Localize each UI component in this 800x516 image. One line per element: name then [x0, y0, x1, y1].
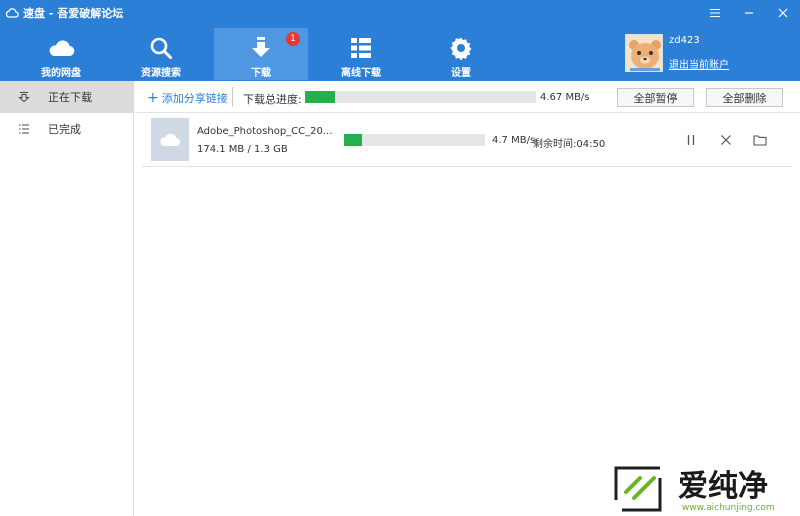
pause-task-button[interactable]	[683, 132, 699, 148]
cloud-icon	[47, 36, 75, 60]
main-nav: 我的网盘 资源搜索 下载 1 离线下载 设置 zd423 退出当前账户	[0, 26, 800, 81]
nav-offline-download[interactable]: 离线下载	[314, 28, 408, 80]
nav-resource-search[interactable]: 资源搜索	[114, 28, 208, 80]
grid-icon	[350, 36, 372, 60]
toolbar-divider	[232, 87, 233, 107]
task-remaining-time: 剩余时间:04:50	[533, 139, 606, 150]
download-toolbar: + 添加分享链接 下载总进度: 4.67 MB/s 全部暂停 全部删除	[135, 81, 800, 113]
folder-icon	[753, 135, 767, 146]
watermark-url: www.aichunjing.com	[682, 503, 775, 513]
nav-download[interactable]: 下载 1	[214, 28, 308, 80]
file-size: 174.1 MB / 1.3 GB	[197, 144, 288, 155]
minimize-button[interactable]	[732, 0, 766, 26]
delete-all-button[interactable]: 全部删除	[706, 88, 783, 107]
avatar[interactable]	[625, 34, 663, 72]
user-info: zd423 退出当前账户	[669, 34, 729, 76]
total-progress-label: 下载总进度:	[243, 93, 302, 106]
download-icon	[251, 36, 271, 60]
table-row: Adobe_Photoshop_CC_20... 174.1 MB / 1.3 …	[142, 115, 792, 167]
watermark-logo: 爱纯净 www.aichunjing.com	[612, 462, 796, 514]
pause-icon	[687, 135, 695, 145]
total-progress-bar	[305, 91, 536, 103]
list-icon	[18, 123, 30, 135]
pause-all-button[interactable]: 全部暂停	[617, 88, 694, 107]
window-title: 速盘 - 吾爱破解论坛	[23, 7, 124, 20]
nav-settings[interactable]: 设置	[414, 28, 508, 80]
watermark-brand: 爱纯净	[678, 469, 768, 504]
menu-icon	[710, 8, 720, 18]
sidebar-item-downloading[interactable]: 正在下载	[0, 81, 133, 113]
logout-link[interactable]: 退出当前账户	[669, 56, 729, 71]
cancel-task-button[interactable]	[718, 132, 734, 148]
task-speed: 4.7 MB/s	[492, 135, 536, 146]
close-window-button[interactable]	[766, 0, 800, 26]
user-panel: zd423 退出当前账户	[625, 34, 729, 76]
sidebar: 正在下载 已完成	[0, 81, 134, 516]
minimize-icon	[745, 12, 753, 14]
title-bar: 速盘 - 吾爱破解论坛	[0, 0, 800, 26]
open-folder-button[interactable]	[752, 132, 768, 148]
gear-icon	[449, 36, 473, 60]
sidebar-item-label: 正在下载	[48, 91, 92, 104]
file-cloud-icon	[151, 118, 189, 161]
nav-my-disk[interactable]: 我的网盘	[14, 28, 108, 80]
plus-icon: +	[147, 89, 159, 106]
user-name: zd423	[669, 35, 700, 46]
close-icon	[778, 8, 788, 18]
sidebar-item-completed[interactable]: 已完成	[0, 113, 133, 145]
sidebar-item-label: 已完成	[48, 123, 81, 136]
close-icon	[721, 135, 731, 145]
total-speed: 4.67 MB/s	[540, 92, 590, 103]
add-share-link-button[interactable]: + 添加分享链接	[147, 90, 228, 106]
search-icon	[149, 36, 173, 60]
task-progress-bar	[344, 134, 485, 146]
menu-button[interactable]	[698, 0, 732, 26]
total-progress-fill	[305, 91, 336, 103]
task-progress-fill	[344, 134, 363, 146]
window-controls	[698, 0, 800, 26]
cloud-app-icon	[5, 6, 19, 20]
download-outline-icon	[18, 91, 30, 103]
download-count-badge: 1	[286, 32, 300, 46]
file-name: Adobe_Photoshop_CC_20...	[197, 126, 333, 137]
download-panel: + 添加分享链接 下载总进度: 4.67 MB/s 全部暂停 全部删除 Adob…	[135, 81, 800, 516]
